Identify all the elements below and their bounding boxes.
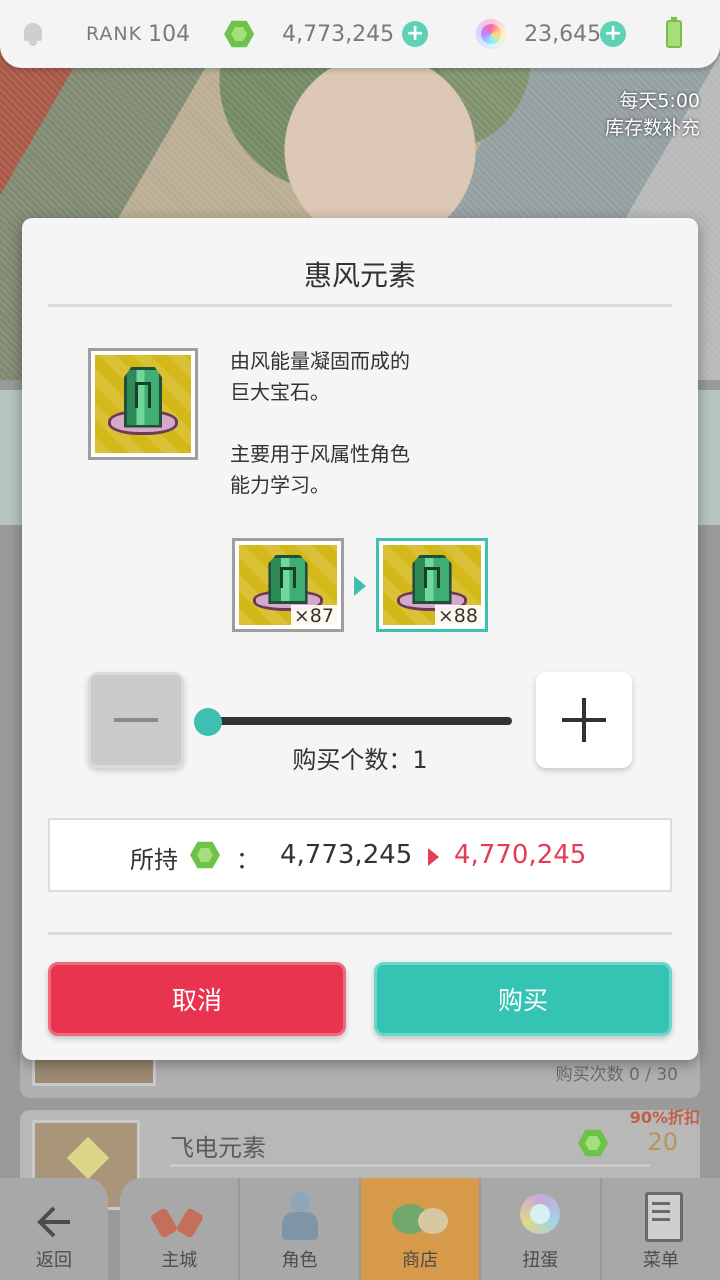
gem-icon — [578, 1128, 608, 1158]
character-icon — [272, 1190, 328, 1242]
decrease-quantity-button[interactable] — [88, 672, 184, 768]
nav-item-character[interactable]: 角色 — [240, 1178, 361, 1280]
item-description: 由风能量凝固而成的 巨大宝石。 主要用于风属性角色 能力学习。 — [230, 346, 410, 501]
rank-value: 104 — [148, 21, 191, 47]
refill-info: 每天5:00 库存数补充 — [605, 88, 700, 142]
gem-count: 4,773,245 — [282, 21, 395, 47]
owned-before-count: ×87 — [290, 605, 337, 627]
purchase-count: 购买次数 0 / 30 — [555, 1065, 678, 1085]
divider — [48, 304, 672, 307]
rank-label: RANK — [86, 23, 143, 45]
menu-icon — [633, 1190, 689, 1242]
nav-label: 商店 — [402, 1250, 439, 1271]
description-line: 巨大宝石。 — [230, 380, 330, 404]
rainbow-orb-icon — [476, 19, 507, 49]
back-label: 返回 — [36, 1250, 72, 1271]
owned-before-box: ×87 — [232, 538, 344, 632]
cancel-button[interactable]: 取消 — [48, 962, 346, 1036]
balance-label: 所持 — [130, 846, 178, 874]
main-nav: 主城 角色 商店 扭蛋 菜单 — [120, 1178, 720, 1280]
divider — [48, 932, 672, 935]
nav-item-castle[interactable]: 主城 — [120, 1178, 241, 1280]
arrow-right-icon — [428, 848, 439, 866]
increase-quantity-button[interactable] — [536, 672, 632, 768]
balance-current: 4,773,245 — [280, 840, 413, 870]
nav-item-shop[interactable]: 商店 — [360, 1178, 482, 1280]
bottom-navigation: 返回 主城 角色 商店 扭蛋 菜单 — [0, 1178, 720, 1280]
balance-colon: ： — [236, 846, 260, 874]
minus-icon — [114, 718, 158, 722]
balance-after: 4,770,245 — [454, 840, 587, 870]
bell-icon[interactable] — [20, 21, 46, 47]
castle-icon — [151, 1190, 207, 1242]
quantity-slider-handle[interactable] — [194, 708, 222, 736]
gacha-icon — [512, 1190, 568, 1242]
quantity-slider[interactable] — [208, 717, 512, 725]
nav-label: 角色 — [281, 1250, 318, 1271]
item-price: 20 — [647, 1128, 678, 1156]
description-line: 主要用于风属性角色 — [230, 442, 410, 466]
plus-icon — [562, 698, 606, 742]
nav-item-menu[interactable]: 菜单 — [602, 1178, 720, 1280]
item-name: 飞电元素 — [170, 1134, 266, 1162]
balance-summary: 所持 ： 4,773,245 4,770,245 — [48, 818, 672, 892]
quantity-label: 购买个数：1 — [292, 746, 428, 774]
divider — [170, 1164, 650, 1167]
nav-label: 扭蛋 — [522, 1250, 559, 1271]
item-image — [88, 348, 198, 460]
nav-label: 菜单 — [642, 1250, 679, 1271]
orb-count: 23,645 — [524, 21, 602, 47]
owned-after-box: ×88 — [376, 538, 488, 632]
nav-item-gacha[interactable]: 扭蛋 — [481, 1178, 602, 1280]
description-line: 能力学习。 — [230, 473, 330, 497]
add-gems-button[interactable]: + — [402, 21, 429, 47]
add-orbs-button[interactable]: + — [600, 21, 627, 47]
nav-label: 主城 — [161, 1250, 198, 1271]
purchase-dialog: 惠风元素 由风能量凝固而成的 巨大宝石。 主要用于风属性角色 能力学习。 ×87… — [22, 218, 698, 1060]
battery-icon — [666, 17, 683, 48]
back-button[interactable]: 返回 — [0, 1178, 108, 1280]
buy-button[interactable]: 购买 — [374, 962, 672, 1036]
discount-badge: 90%折扣 — [629, 1108, 700, 1127]
back-arrow-icon — [37, 1206, 70, 1238]
dialog-title: 惠风元素 — [303, 259, 416, 292]
owned-after-count: ×88 — [434, 605, 481, 627]
refill-time: 每天5:00 — [619, 90, 700, 112]
gem-icon — [224, 19, 255, 49]
shop-icon — [392, 1190, 449, 1242]
description-line: 由风能量凝固而成的 — [230, 349, 410, 373]
gem-icon — [190, 840, 220, 870]
refill-note: 库存数补充 — [604, 117, 700, 139]
arrow-right-icon — [354, 576, 366, 596]
top-status-bar: RANK 104 4,773,245 + 23,645 + — [0, 0, 720, 68]
